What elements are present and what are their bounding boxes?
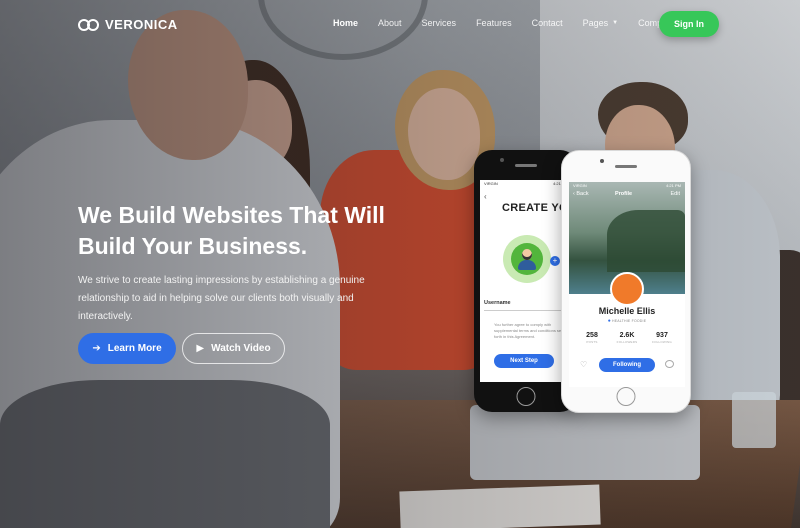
phone-speaker [615,165,637,168]
carrier-label: VIRGIN [484,181,498,186]
phone-home-button [516,387,536,406]
nav-item-contact[interactable]: Contact [532,18,563,28]
phone-status-bar: VIRGIN 4:21 PM [480,180,572,187]
nav-label: Contact [531,18,563,28]
profile-location: ●HEALTHIE FOODIE [569,318,685,324]
hero-title: We Build Websites That Will Build Your B… [78,202,385,259]
chat-bubble-icon[interactable] [665,360,674,368]
nav-label: Home [333,18,359,28]
profile-stats: 258 POSTS 2.6K FOLLOWERS 937 FOLLOWING [575,332,679,344]
stat-label: FOLLOWING [652,340,672,344]
username-field[interactable] [484,310,568,311]
infinity-logo-icon [78,18,100,31]
hero-subtitle: We strive to create lasting impressions … [78,275,365,322]
status-time: 4:21 PM [666,183,681,188]
nav-item-home[interactable]: Home [333,18,358,28]
terms-text: You further agree to comply with supplem… [494,322,563,339]
username-label: Username [484,300,511,306]
person-body-icon [518,260,536,270]
sign-in-button[interactable]: Sign In [659,11,719,37]
caret-down-icon: ▼ [612,20,619,26]
play-icon: ▶ [196,343,205,354]
nav-item-services[interactable]: Services [422,18,457,28]
phone-speaker [515,164,537,167]
back-label: Back [576,191,589,197]
top-navbar: VERONICA Home About Services Features Co… [0,0,800,48]
profile-name: Michelle Ellis [598,306,656,316]
learn-more-label: Learn More [107,343,162,354]
signup-screen: VIRGIN 4:21 PM ‹ CREATE YOUR ACCOUNT + U… [480,180,572,382]
nav-label: Features [476,18,512,28]
nav-label: About [378,18,402,28]
nav-item-pages[interactable]: Pages ▼ [583,18,618,28]
phone-camera [500,158,504,162]
location-label: HEALTHIE FOODIE [611,319,647,323]
stat-value: 258 [586,332,598,339]
phone-mockup-profile: VIRGIN 4:21 PM ‹ Back Profile Edit Miche… [561,150,691,413]
add-photo-icon[interactable]: + [550,256,560,266]
cover-forest [607,210,685,272]
profile-screen: VIRGIN 4:21 PM ‹ Back Profile Edit Miche… [569,182,685,387]
back-chevron-icon[interactable]: ‹ [484,192,487,201]
main-menu: Home About Services Features Contact Pag… [333,18,715,28]
stat-followers: 2.6K FOLLOWERS [610,332,644,344]
phone-camera [600,159,604,163]
person-head-icon [522,249,532,260]
stat-label: POSTS [586,340,598,344]
stat-value: 937 [656,332,668,339]
stat-posts: 258 POSTS [575,332,609,344]
profile-edit-link[interactable]: Edit [671,191,680,197]
profile-back-link[interactable]: ‹ Back [573,191,589,197]
following-button[interactable]: Following [599,358,655,372]
profile-header-title: Profile [615,191,633,197]
phone-home-button [616,387,636,406]
profile-avatar [610,272,644,306]
phone-status-bar: VIRGIN 4:21 PM [569,182,685,189]
stat-label: FOLLOWERS [616,340,638,344]
nav-item-about[interactable]: About [378,18,402,28]
stat-value: 2.6K [619,332,635,339]
stat-following: 937 FOLLOWING [645,332,679,344]
brand-logo[interactable]: VERONICA [78,17,178,32]
avatar-circle [511,243,543,275]
carrier-label: VIRGIN [573,183,587,188]
watch-video-label: Watch Video [211,343,271,354]
nav-label: Services [421,18,457,28]
watch-video-button[interactable]: ▶ Watch Video [182,333,285,364]
nav-label: Pages [582,18,609,28]
next-step-button[interactable]: Next Step [494,354,554,368]
learn-more-button[interactable]: ➔ Learn More [78,333,176,364]
avatar-upload[interactable] [503,235,551,283]
arrow-right-icon: ➔ [92,343,101,354]
nav-item-features[interactable]: Features [476,18,512,28]
heart-icon[interactable]: ♡ [580,360,587,370]
brand-name: VERONICA [105,17,178,32]
location-pin-icon: ● [607,318,611,324]
